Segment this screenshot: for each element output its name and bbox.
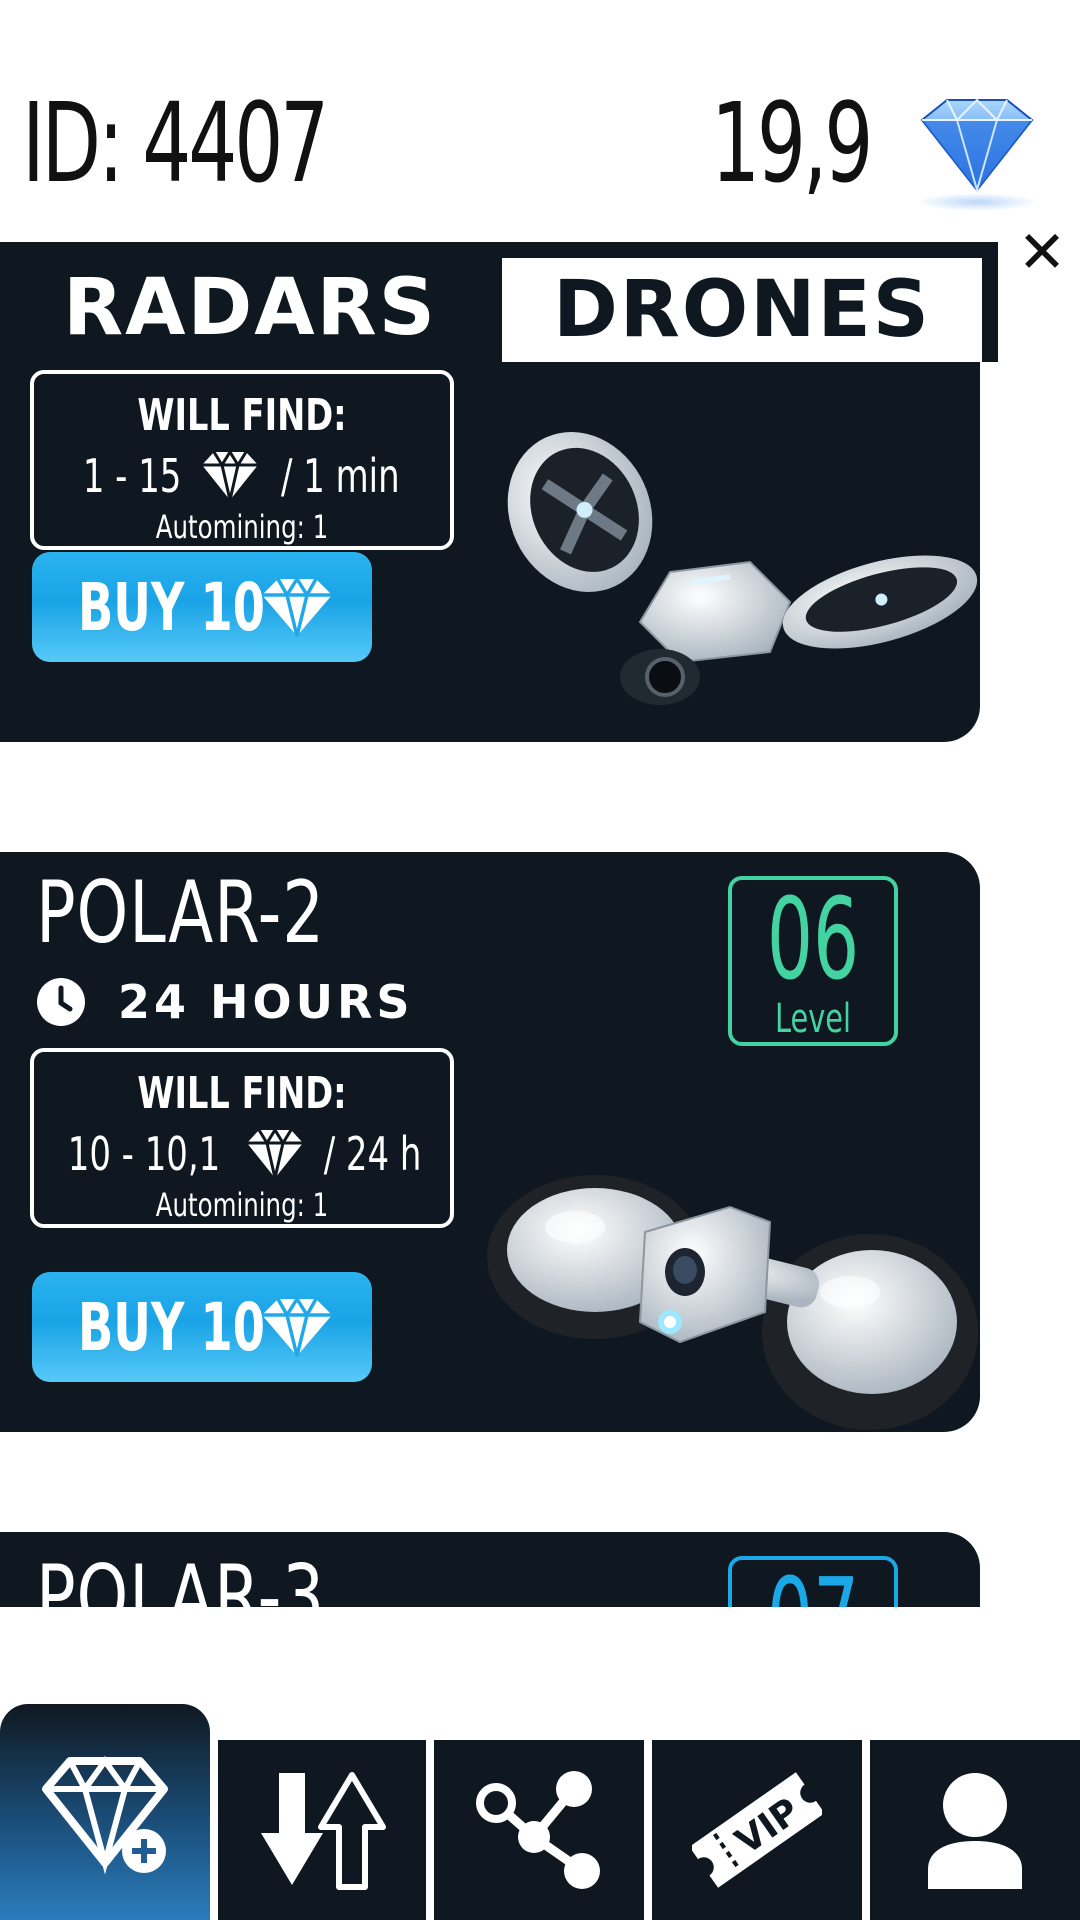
arrows-up-down-icon [261,1772,386,1890]
nav-share[interactable] [434,1740,644,1920]
will-find-rate: 10 - 10,1 / 24 h [34,1124,450,1184]
drone-duration: 24 HOURS [36,974,414,1030]
diamond-icon [262,575,332,637]
level-badge: 06 Level [728,876,898,1046]
will-find-rate: 1 - 15 / 1 min [34,446,450,506]
rate-range: 1 - 15 [82,449,181,503]
buy-10-button[interactable]: BUY 10 [32,552,372,662]
nav-add-gems[interactable] [0,1704,210,1920]
diamond-icon [262,1295,332,1357]
will-find-box: WILL FIND: 1 - 15 / 1 min Automining: 1 [30,370,454,550]
drone-image [507,432,978,705]
automining-label: Automining: 1 [155,508,329,546]
category-tabs: RADARS DRONES [0,242,998,362]
diamond-icon [201,449,258,501]
drone-name: POLAR-3 [36,1547,325,1607]
will-find-title: WILL FIND: [137,1068,347,1119]
close-icon[interactable]: ✕ [1012,222,1072,282]
user-id: ID: 4407 [22,79,329,207]
gem-balance: 19,9 [710,79,873,207]
clock-icon [37,978,85,1026]
rate-period: / 1 min [280,449,400,503]
drone-card: WILL FIND: 1 - 15 / 1 min Automining: 1 … [0,362,980,742]
nav-exchange[interactable] [218,1740,426,1920]
diamond-plus-icon [42,1755,168,1875]
drone-card: POLAR-2 24 HOURS 06 Level WILL FIND: 10 … [0,852,980,1432]
vip-ticket-icon: VIP [692,1772,822,1888]
diamond-icon [917,98,1037,211]
rate-period: / 24 h [324,1127,422,1181]
duration-label: 24 HOURS [118,975,414,1029]
nav-vip[interactable]: VIP [652,1740,862,1920]
level-label: Level [775,996,851,1042]
drone-list[interactable]: WILL FIND: 1 - 15 / 1 min Automining: 1 … [0,362,1080,1607]
level-number: 06 [766,875,860,1005]
tab-radars[interactable]: RADARS [0,254,500,362]
user-icon [928,1773,1022,1889]
level-number: 07 [755,1561,872,1607]
drone-name: POLAR-2 [36,863,325,963]
bottom-nav: VIP [0,1704,1080,1920]
tab-drones[interactable]: DRONES [502,258,982,362]
level-badge: 07 [728,1556,898,1607]
drone-image [487,1175,978,1430]
rate-range: 10 - 10,1 [68,1127,221,1181]
nav-profile[interactable] [870,1740,1080,1920]
will-find-title: WILL FIND: [137,390,347,441]
diamond-icon [247,1127,304,1179]
automining-label: Automining: 1 [155,1186,329,1224]
buy-label: BUY 10 [78,568,265,646]
drone-card: POLAR-3 07 [0,1532,980,1607]
buy-label: BUY 10 [78,1288,265,1366]
share-nodes-icon [476,1771,600,1889]
will-find-box: WILL FIND: 10 - 10,1 / 24 h Automining: … [30,1048,454,1228]
buy-10-button[interactable]: BUY 10 [32,1272,372,1382]
